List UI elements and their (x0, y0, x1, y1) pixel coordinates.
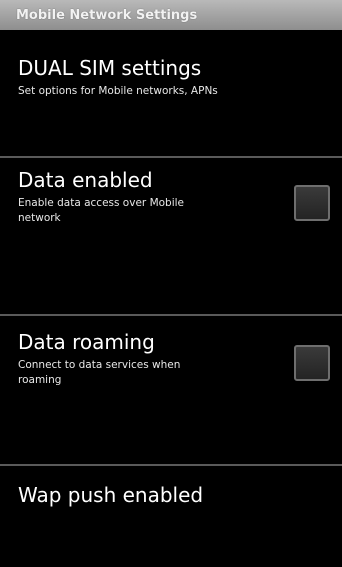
data-roaming-checkbox[interactable] (294, 345, 330, 381)
pref-data-roaming[interactable]: Data roaming Connect to data services wh… (0, 330, 342, 464)
data-enabled-checkbox[interactable] (294, 185, 330, 221)
pref-title: Wap push enabled (18, 483, 204, 507)
pref-data-enabled[interactable]: Data enabled Enable data access over Mob… (0, 168, 342, 314)
pref-wap-push-enabled[interactable]: Wap push enabled (0, 483, 342, 567)
screen-title: Mobile Network Settings (16, 7, 198, 23)
pref-summary: Set options for Mobile networks, APNs (18, 85, 218, 97)
divider (0, 464, 342, 466)
divider (0, 314, 342, 316)
divider (0, 156, 342, 158)
title-bar: Mobile Network Settings (0, 0, 342, 30)
pref-dual-sim-settings[interactable]: DUAL SIM settings Set options for Mobile… (0, 56, 342, 156)
pref-title: DUAL SIM settings (18, 56, 202, 80)
